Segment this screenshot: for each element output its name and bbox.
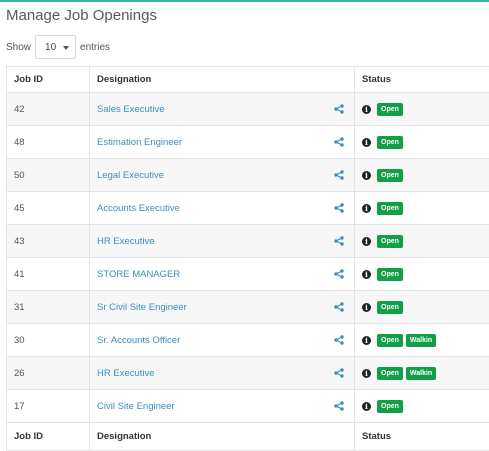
entries-label: entries bbox=[80, 42, 110, 53]
table-row: 42 Sales Executive i Open bbox=[7, 93, 489, 126]
status-badge: Open bbox=[377, 400, 403, 413]
designation-cell: Legal Executive bbox=[90, 159, 355, 192]
status-badge: Open bbox=[377, 202, 403, 215]
job-id-cell: 31 bbox=[7, 291, 90, 324]
footer-job-id: Job ID bbox=[7, 423, 90, 451]
status-badge: Open bbox=[377, 367, 403, 380]
table-row: 31 Sr Civil Site Engineer i Open bbox=[7, 291, 489, 324]
designation-cell: Accounts Executive bbox=[90, 192, 355, 225]
info-icon[interactable]: i bbox=[362, 105, 371, 114]
share-icon[interactable] bbox=[334, 104, 344, 114]
entries-select[interactable]: 10 bbox=[35, 35, 76, 59]
share-icon[interactable] bbox=[334, 302, 344, 312]
table-footer-row: Job ID Designation Status bbox=[7, 423, 489, 451]
designation-link[interactable]: Civil Site Engineer bbox=[97, 401, 175, 412]
table-row: 41 STORE MANAGER i Open bbox=[7, 258, 489, 291]
status-cell: i Open bbox=[355, 126, 489, 159]
designation-cell: Sr Civil Site Engineer bbox=[90, 291, 355, 324]
designation-link[interactable]: HR Executive bbox=[97, 368, 155, 379]
status-badge: Open bbox=[377, 301, 403, 314]
table-header-row: Job ID Designation Status bbox=[7, 67, 489, 93]
status-badge: Open bbox=[377, 334, 403, 347]
info-icon[interactable]: i bbox=[362, 138, 371, 147]
entries-select-value: 10 bbox=[45, 42, 56, 53]
job-id-cell: 17 bbox=[7, 390, 90, 423]
status-badge: Open bbox=[377, 103, 403, 116]
info-icon[interactable]: i bbox=[362, 204, 371, 213]
share-icon[interactable] bbox=[334, 368, 344, 378]
status-badge: Open bbox=[377, 169, 403, 182]
job-id-cell: 41 bbox=[7, 258, 90, 291]
header-job-id[interactable]: Job ID bbox=[7, 67, 90, 93]
info-icon[interactable]: i bbox=[362, 369, 371, 378]
status-cell: i Open bbox=[355, 390, 489, 423]
info-icon[interactable]: i bbox=[362, 402, 371, 411]
designation-cell: Estimation Engineer bbox=[90, 126, 355, 159]
table-row: 17 Civil Site Engineer i Open bbox=[7, 390, 489, 423]
designation-link[interactable]: Sr Civil Site Engineer bbox=[97, 302, 187, 313]
designation-link[interactable]: Sr. Accounts Officer bbox=[97, 335, 180, 346]
designation-cell: Sr. Accounts Officer bbox=[90, 324, 355, 357]
job-id-cell: 42 bbox=[7, 93, 90, 126]
status-cell: i OpenWalkin bbox=[355, 357, 489, 390]
info-icon[interactable]: i bbox=[362, 303, 371, 312]
status-badge: Walkin bbox=[406, 367, 436, 380]
table-row: 30 Sr. Accounts Officer i OpenWalkin bbox=[7, 324, 489, 357]
designation-cell: STORE MANAGER bbox=[90, 258, 355, 291]
header-status[interactable]: Status bbox=[355, 67, 489, 93]
status-badge: Open bbox=[377, 235, 403, 248]
info-icon[interactable]: i bbox=[362, 270, 371, 279]
status-cell: i OpenWalkin bbox=[355, 324, 489, 357]
status-cell: i Open bbox=[355, 192, 489, 225]
job-id-cell: 30 bbox=[7, 324, 90, 357]
info-icon[interactable]: i bbox=[362, 171, 371, 180]
status-badge: Walkin bbox=[406, 334, 436, 347]
table-row: 43 HR Executive i Open bbox=[7, 225, 489, 258]
info-icon[interactable]: i bbox=[362, 237, 371, 246]
designation-cell: Sales Executive bbox=[90, 93, 355, 126]
job-id-cell: 26 bbox=[7, 357, 90, 390]
share-icon[interactable] bbox=[334, 269, 344, 279]
share-icon[interactable] bbox=[334, 401, 344, 411]
share-icon[interactable] bbox=[334, 335, 344, 345]
table-row: 50 Legal Executive i Open bbox=[7, 159, 489, 192]
share-icon[interactable] bbox=[334, 203, 344, 213]
header-designation[interactable]: Designation bbox=[90, 67, 355, 93]
share-icon[interactable] bbox=[334, 137, 344, 147]
designation-link[interactable]: Estimation Engineer bbox=[97, 137, 182, 148]
status-badge: Open bbox=[377, 268, 403, 281]
job-id-cell: 50 bbox=[7, 159, 90, 192]
info-icon[interactable]: i bbox=[362, 336, 371, 345]
table-row: 26 HR Executive i OpenWalkin bbox=[7, 357, 489, 390]
status-cell: i Open bbox=[355, 93, 489, 126]
designation-cell: HR Executive bbox=[90, 225, 355, 258]
designation-cell: HR Executive bbox=[90, 357, 355, 390]
share-icon[interactable] bbox=[334, 236, 344, 246]
job-id-cell: 43 bbox=[7, 225, 90, 258]
status-badge: Open bbox=[377, 136, 403, 149]
top-accent-line bbox=[0, 0, 489, 2]
page-title: Manage Job Openings bbox=[6, 7, 157, 24]
table-row: 48 Estimation Engineer i Open bbox=[7, 126, 489, 159]
footer-status: Status bbox=[355, 423, 489, 451]
designation-link[interactable]: Sales Executive bbox=[97, 104, 165, 115]
designation-link[interactable]: HR Executive bbox=[97, 236, 155, 247]
job-id-cell: 48 bbox=[7, 126, 90, 159]
designation-link[interactable]: STORE MANAGER bbox=[97, 269, 180, 280]
chevron-down-icon bbox=[63, 46, 69, 50]
status-cell: i Open bbox=[355, 225, 489, 258]
job-openings-table: Job ID Designation Status 42 Sales Execut… bbox=[6, 66, 489, 451]
status-cell: i Open bbox=[355, 258, 489, 291]
share-icon[interactable] bbox=[334, 170, 344, 180]
designation-cell: Civil Site Engineer bbox=[90, 390, 355, 423]
status-cell: i Open bbox=[355, 291, 489, 324]
footer-designation: Designation bbox=[90, 423, 355, 451]
entries-length-control: Show 10 entries bbox=[6, 34, 110, 60]
designation-link[interactable]: Legal Executive bbox=[97, 170, 164, 181]
table-row: 45 Accounts Executive i Open bbox=[7, 192, 489, 225]
show-label: Show bbox=[6, 42, 31, 53]
status-cell: i Open bbox=[355, 159, 489, 192]
designation-link[interactable]: Accounts Executive bbox=[97, 203, 180, 214]
job-id-cell: 45 bbox=[7, 192, 90, 225]
